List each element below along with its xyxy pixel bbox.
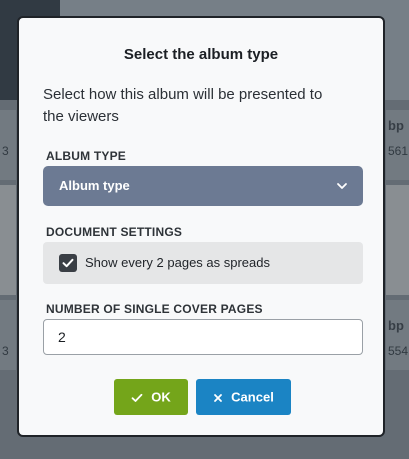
cover-pages-label: NUMBER OF SINGLE COVER PAGES (46, 302, 263, 316)
ok-button-label: OK (151, 389, 171, 405)
close-icon (214, 393, 223, 402)
dialog-description: Select how this album will be presented … (43, 86, 323, 125)
ok-button[interactable]: OK (114, 379, 188, 415)
cancel-button-label: Cancel (231, 389, 274, 405)
spreads-checkbox[interactable] (59, 254, 77, 272)
cover-pages-input[interactable] (43, 319, 363, 355)
spreads-checkbox-label[interactable]: Show every 2 pages as spreads (85, 255, 270, 270)
album-type-dialog: Select the album type Select how this al… (17, 16, 385, 437)
document-settings-label: DOCUMENT SETTINGS (46, 225, 183, 239)
document-settings-box: Show every 2 pages as spreads (43, 242, 363, 284)
chevron-down-icon (337, 183, 347, 189)
checkmark-icon (62, 258, 74, 268)
cancel-button[interactable]: Cancel (196, 379, 291, 415)
check-icon (131, 393, 143, 402)
album-type-selected-value: Album type (59, 178, 130, 193)
album-type-label: ALBUM TYPE (46, 149, 126, 163)
dialog-title: Select the album type (123, 46, 279, 63)
album-type-select[interactable]: Album type (43, 166, 363, 206)
